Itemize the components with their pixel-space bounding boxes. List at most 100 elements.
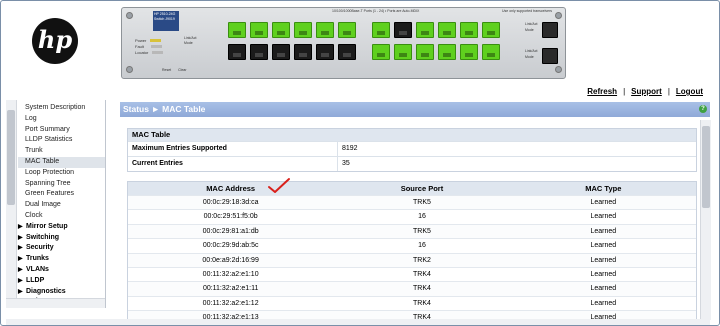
sidebar-category-diagnostics[interactable]: ▶ Diagnostics xyxy=(18,287,105,298)
summary-value: 8192 xyxy=(342,145,358,152)
screw-icon xyxy=(555,66,562,73)
link-separator: | xyxy=(623,87,626,96)
ethernet-port-icon xyxy=(460,22,478,38)
ethernet-port-icon xyxy=(416,22,434,38)
mac-address-cell: 00:0c:29:51:f5:0b xyxy=(203,213,258,221)
column-header-source-port[interactable]: Source Port xyxy=(333,182,510,195)
sidebar-item-log[interactable]: Log xyxy=(18,114,105,125)
ethernet-port-icon xyxy=(272,22,290,38)
sidebar-category-switching[interactable]: ▶ Switching xyxy=(18,233,105,244)
sidebar-category-label: Diagnostics xyxy=(26,287,66,295)
mac-type-cell: Learned xyxy=(590,285,617,293)
led-label-locator: Locator xyxy=(135,50,149,55)
table-row: 00:11:32:a2:e1:12 TRK4 Learned xyxy=(128,295,696,310)
triangle-right-icon: ▶ xyxy=(18,266,23,273)
mac-summary-heading: MAC Table xyxy=(128,129,696,141)
mac-address-cell: 00:11:32:a2:e1:10 xyxy=(202,270,259,278)
table-row: 00:0e:a9:2d:16:99 TRK2 Learned xyxy=(128,252,696,267)
ethernet-port-icon xyxy=(316,44,334,60)
ethernet-port-icon xyxy=(228,44,246,60)
bottom-scrollbar[interactable] xyxy=(6,319,710,325)
sidebar-item-loop-protection[interactable]: Loop Protection xyxy=(18,168,105,179)
support-link[interactable]: Support xyxy=(631,87,662,96)
ethernet-port-icon xyxy=(438,44,456,60)
port-group-left xyxy=(228,22,356,60)
refresh-link[interactable]: Refresh xyxy=(587,87,617,96)
column-header-mac-type[interactable]: MAC Type xyxy=(511,182,696,195)
logout-link[interactable]: Logout xyxy=(676,87,703,96)
sidebar-scroll-thumb[interactable] xyxy=(7,110,15,205)
ethernet-port-icon xyxy=(228,22,246,38)
content-scrollbar[interactable] xyxy=(700,120,711,320)
browser-frame: hp HP 2510-24G Switch J9019 10/100/1000B… xyxy=(0,0,720,326)
sidebar-category-lldp[interactable]: ▶ LLDP xyxy=(18,276,105,287)
ethernet-port-icon xyxy=(316,22,334,38)
sidebar-item-port-summary[interactable]: Port Summary xyxy=(18,125,105,136)
table-row: 00:11:32:a2:e1:10 TRK4 Learned xyxy=(128,266,696,281)
source-port-cell: TRK4 xyxy=(413,270,431,278)
sfp-label: Mode xyxy=(525,28,534,32)
locator-led-icon xyxy=(152,51,164,55)
sidebar-item-trunk[interactable]: Trunk xyxy=(18,146,105,157)
screw-icon xyxy=(555,12,562,19)
sidebar-category-label: LLDP xyxy=(26,276,45,284)
sidebar-nav: System Description Log Port Summary LLDP St… xyxy=(6,100,106,308)
ethernet-port-icon xyxy=(338,44,356,60)
sidebar-category-label: VLANs xyxy=(26,265,49,273)
sidebar-category-mirror-setup[interactable]: ▶ Mirror Setup xyxy=(18,222,105,233)
ethernet-port-icon xyxy=(372,44,390,60)
mac-address-cell: 00:0c:29:18:3d:ca xyxy=(202,199,259,206)
sidebar-category-security[interactable]: ▶ Security xyxy=(18,243,105,254)
link-separator: | xyxy=(667,87,670,96)
ethernet-port-icon xyxy=(482,44,500,60)
triangle-right-icon: ▶ xyxy=(18,223,23,230)
fault-led-icon xyxy=(150,45,162,49)
mac-type-cell: Learned xyxy=(590,270,617,278)
sfp-label: Link/Act xyxy=(525,49,538,53)
sidebar-item-spanning-tree[interactable]: Spanning Tree xyxy=(18,179,105,190)
source-port-cell: TRK4 xyxy=(413,299,431,307)
sidebar-item-lldp-statistics[interactable]: LLDP Statistics xyxy=(18,135,105,146)
table-row: 00:11:32:a2:e1:11 TRK4 Learned xyxy=(128,281,696,296)
sidebar-category-vlans[interactable]: ▶ VLANs xyxy=(18,265,105,276)
ethernet-port-icon xyxy=(438,22,456,38)
mac-address-cell: 00:0c:29:81:a1:db xyxy=(202,227,259,235)
switch-status-leds: Power Fault Locator xyxy=(135,38,164,56)
port-group-right xyxy=(372,22,500,60)
mac-address-cell: 00:0c:29:9d:ab:5c xyxy=(202,242,259,250)
sidebar-item-dual-image[interactable]: Dual Image xyxy=(18,200,105,211)
column-header-mac-address[interactable]: MAC Address xyxy=(128,182,333,195)
triangle-right-icon: ▶ xyxy=(18,256,23,263)
sidebar-category-label: Mirror Setup xyxy=(26,222,68,230)
switch-warning: Use only supported transceivers xyxy=(502,9,552,13)
switch-reset-clear: Reset Clear xyxy=(162,68,187,72)
triangle-right-icon: ▶ xyxy=(18,234,23,241)
screw-icon xyxy=(126,12,133,19)
ethernet-port-icon xyxy=(250,22,268,38)
sidebar-horizontal-scrollbar[interactable] xyxy=(6,298,105,308)
sidebar-item-system-description[interactable]: System Description xyxy=(18,103,105,114)
mac-type-cell: Learned xyxy=(590,256,617,264)
sidebar-scrollbar[interactable] xyxy=(6,100,17,308)
question-icon[interactable]: ? xyxy=(699,105,707,113)
mac-type-cell: Learned xyxy=(590,299,617,307)
mac-summary-panel: MAC Table Maximum Entries Supported 8192… xyxy=(127,128,697,172)
content-scroll-thumb[interactable] xyxy=(702,126,710,208)
switch-front-panel: HP 2510-24G Switch J9019 10/100/1000Base… xyxy=(121,7,566,79)
ethernet-port-icon xyxy=(460,44,478,60)
sidebar-item-clock[interactable]: Clock xyxy=(18,211,105,222)
switch-mode-legend: Link/Act Mode xyxy=(184,36,196,45)
page-title-text: Status ► MAC Table xyxy=(123,104,206,114)
page-title: Status ► MAC Table ? xyxy=(120,102,710,117)
summary-value: 35 xyxy=(342,160,350,167)
sidebar-category-label: Switching xyxy=(26,233,60,241)
mode-label-linkact: Link/Act xyxy=(184,36,197,40)
ethernet-port-icon xyxy=(482,22,500,38)
sidebar-item-green-features[interactable]: Green Features xyxy=(18,189,105,200)
sidebar-category-trunks[interactable]: ▶ Trunks xyxy=(18,254,105,265)
sidebar-category-label: Trunks xyxy=(26,255,49,263)
mac-table-header: MAC Address Source Port MAC Type xyxy=(128,182,696,195)
summary-row: Maximum Entries Supported 8192 xyxy=(128,141,696,156)
sidebar-item-mac-table[interactable]: MAC Table xyxy=(18,156,105,168)
hp-logo: hp xyxy=(32,18,78,64)
